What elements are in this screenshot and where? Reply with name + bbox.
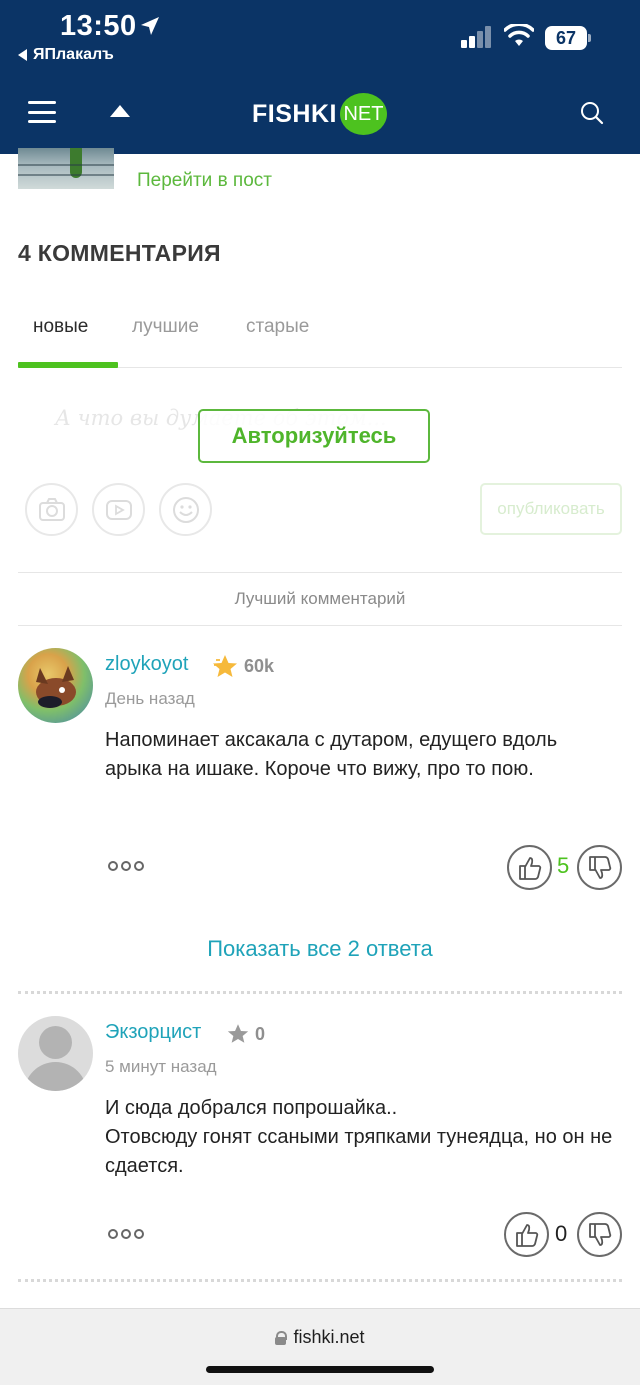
more-options-icon[interactable] <box>108 861 144 871</box>
browser-address-bar[interactable]: fishki.net <box>0 1308 640 1385</box>
best-comment-label: Лучший комментарий <box>18 572 622 626</box>
url-text: fishki.net <box>293 1327 365 1347</box>
comment-time: День назад <box>105 689 195 708</box>
back-to-app-button[interactable]: ЯПлакалъ <box>18 46 114 64</box>
status-time: 13:50 <box>60 10 137 42</box>
thumb-down-icon[interactable] <box>577 845 622 890</box>
vote-count: 0 <box>555 1221 568 1246</box>
menu-icon[interactable] <box>28 101 56 123</box>
battery-icon: 67 <box>545 26 591 50</box>
smiley-icon[interactable] <box>159 483 212 536</box>
vote-count: 5 <box>557 853 570 878</box>
comment-text-line: И сюда добрался попрошайка.. <box>105 1097 398 1119</box>
comment-time: 5 минут назад <box>105 1057 217 1076</box>
site-logo[interactable]: FISHKI NET <box>252 93 387 135</box>
rating-star-icon <box>227 1024 249 1043</box>
publish-button[interactable]: опубликовать <box>480 483 622 535</box>
comment-tabs: новые лучшие старые <box>18 310 622 368</box>
home-indicator[interactable] <box>206 1366 434 1373</box>
logo-text: FISHKI <box>252 99 337 128</box>
comment-text-line: Отовсюду гонят ссаными тряпками тунеядца… <box>105 1126 613 1177</box>
scroll-up-icon[interactable] <box>109 104 131 118</box>
search-icon[interactable] <box>580 101 604 125</box>
avatar[interactable] <box>18 1016 93 1091</box>
user-rating: 0 <box>255 1024 266 1044</box>
comment-divider <box>18 1279 622 1282</box>
comment-author[interactable]: Экзорцист <box>105 1021 201 1044</box>
back-app-label: ЯПлакалъ <box>33 46 114 63</box>
logo-badge: NET <box>339 93 387 135</box>
comment-text: И сюда добрался попрошайка.. Отовсюду го… <box>105 1094 615 1181</box>
url-field[interactable]: fishki.net <box>0 1327 640 1348</box>
active-tab-indicator <box>18 362 118 368</box>
camera-icon[interactable] <box>25 483 78 536</box>
comment-divider <box>18 991 622 994</box>
more-options-icon[interactable] <box>108 1229 144 1239</box>
comments-title: 4 КОММЕНТАРИЯ <box>18 240 221 266</box>
comment-author[interactable]: zloykoyot <box>105 653 188 676</box>
login-button[interactable]: Авторизуйтесь <box>198 409 430 463</box>
rating-star-icon <box>213 655 237 677</box>
thumb-up-icon[interactable] <box>504 1212 549 1257</box>
location-arrow-icon <box>141 17 159 35</box>
thumb-up-icon[interactable] <box>507 845 552 890</box>
youtube-icon[interactable] <box>92 483 145 536</box>
lock-icon <box>275 1330 288 1345</box>
comment-text: Напоминает аксакала с дутаром, едущего в… <box>105 729 558 780</box>
site-header: 13:50 ЯПлакалъ 67 FISHKI NET <box>0 0 640 154</box>
back-arrow-icon <box>18 49 27 61</box>
goto-post-link[interactable]: Перейти в пост <box>137 170 272 192</box>
battery-level: 67 <box>545 26 587 50</box>
avatar[interactable] <box>18 648 93 723</box>
tab-new[interactable]: новые <box>33 316 88 338</box>
show-replies-link[interactable]: Показать все 2 ответа <box>0 936 640 962</box>
user-rating: 60k <box>244 656 275 676</box>
tab-old[interactable]: старые <box>246 316 309 338</box>
post-thumbnail[interactable] <box>18 148 114 189</box>
signal-bars-icon <box>461 26 491 48</box>
wifi-icon <box>504 24 534 46</box>
tab-best[interactable]: лучшие <box>132 316 199 338</box>
thumb-down-icon[interactable] <box>577 1212 622 1257</box>
